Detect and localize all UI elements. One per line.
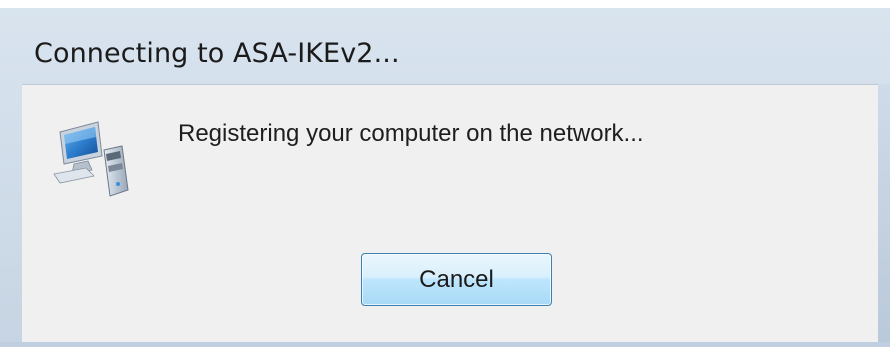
connection-dialog: Connecting to ASA-IKEv2... Registering y…: [0, 0, 890, 347]
top-edge: [0, 0, 890, 8]
dialog-title: Connecting to ASA-IKEv2...: [34, 38, 400, 69]
status-message: Registering your computer on the network…: [178, 120, 644, 147]
window-bottom-border: [0, 342, 890, 347]
cancel-button[interactable]: Cancel: [361, 253, 552, 306]
window-right-border: [878, 84, 890, 347]
network-computer-icon: [53, 121, 129, 197]
title-bar[interactable]: Connecting to ASA-IKEv2...: [0, 8, 890, 82]
